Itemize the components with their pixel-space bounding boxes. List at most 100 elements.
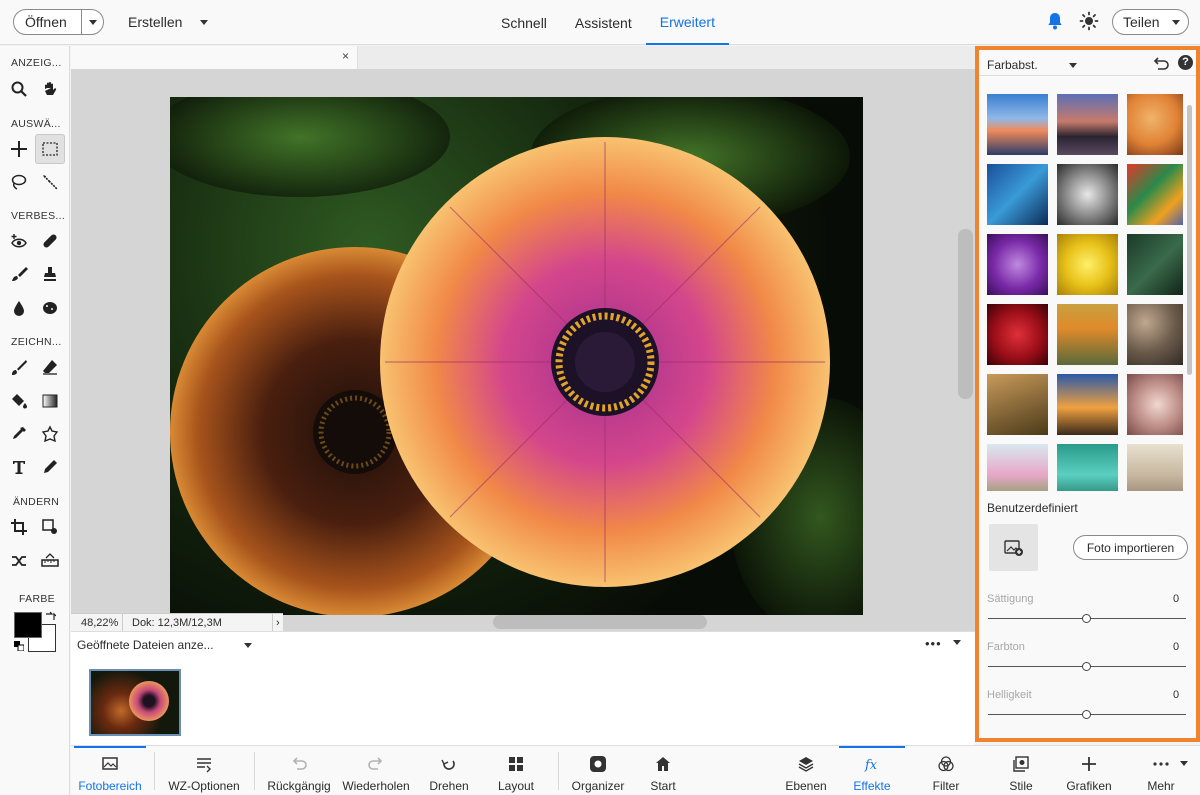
open-button[interactable]: Öffnen [13, 9, 104, 35]
brightness-icon[interactable] [1079, 11, 1099, 31]
preset-desert-road[interactable] [1057, 94, 1118, 155]
chevron-down-icon[interactable] [1180, 761, 1188, 766]
default-colors-icon[interactable] [14, 641, 24, 651]
tab-assistent[interactable]: Assistent [561, 0, 646, 45]
paint-bucket-icon[interactable] [7, 389, 31, 413]
divider [254, 752, 255, 790]
tab-schnell[interactable]: Schnell [487, 0, 561, 45]
quick-selection-tool-icon[interactable] [38, 170, 62, 194]
add-photo-icon[interactable] [989, 524, 1038, 571]
saturation-slider-knob[interactable] [1082, 614, 1091, 623]
styles-label: Stile [1009, 779, 1033, 793]
reset-icon[interactable] [1153, 57, 1169, 71]
preset-colorful-paint[interactable] [1127, 164, 1183, 225]
text-tool-icon[interactable] [7, 455, 31, 479]
import-photo-button[interactable]: Foto importieren [1073, 535, 1188, 560]
open-file-thumbnail[interactable] [89, 669, 181, 736]
tool-options-button[interactable]: WZ-Optionen [166, 746, 242, 795]
preset-cathedral[interactable] [1057, 164, 1118, 225]
content-aware-move-icon[interactable] [7, 549, 31, 573]
undo-button[interactable]: Rückgängig [264, 746, 334, 795]
redo-button[interactable]: Wiederholen [341, 746, 411, 795]
styles-button[interactable]: Stile [999, 746, 1043, 795]
hue-slider-knob[interactable] [1082, 662, 1091, 671]
organizer-button[interactable]: Organizer [568, 746, 628, 795]
pencil-tool-icon[interactable] [38, 455, 62, 479]
healing-brush-icon[interactable] [38, 229, 62, 253]
effects-button[interactable]: fx Effekte [839, 746, 905, 795]
eraser-tool-icon[interactable] [38, 355, 62, 379]
section-modify: ÄNDERN [13, 496, 60, 508]
preset-skater[interactable] [1127, 94, 1183, 155]
preset-autumn-forest[interactable] [1057, 304, 1118, 365]
graphics-button[interactable]: Grafiken [1064, 746, 1114, 795]
gradient-tool-icon[interactable] [38, 389, 62, 413]
preset-green-leaves[interactable] [1127, 234, 1183, 295]
open-files-dropdown[interactable]: Geöffnete Dateien anze... [77, 638, 252, 652]
recompose-tool-icon[interactable] [38, 515, 62, 539]
photo-bin-label: Fotobereich [78, 779, 142, 793]
preset-wheat[interactable] [987, 374, 1048, 435]
collapse-bin-icon[interactable] [953, 640, 961, 645]
custom-label: Benutzerdefiniert [987, 501, 1078, 515]
sponge-tool-icon[interactable] [38, 296, 62, 320]
share-button[interactable]: Teilen [1112, 9, 1189, 35]
section-enhance: VERBES... [11, 210, 66, 222]
preset-underwater[interactable] [1057, 444, 1118, 491]
clone-stamp-icon[interactable] [38, 262, 62, 286]
straighten-tool-icon[interactable] [38, 549, 62, 573]
preset-blue-feathers[interactable] [987, 164, 1048, 225]
eyedropper-icon[interactable] [7, 422, 31, 446]
swap-colors-icon[interactable] [44, 611, 56, 623]
divider [558, 752, 559, 790]
close-document-icon[interactable]: × [342, 49, 349, 63]
create-menu[interactable]: Erstellen [128, 14, 209, 30]
vertical-scrollbar[interactable] [958, 229, 973, 399]
rotate-button[interactable]: Drehen [425, 746, 473, 795]
chevron-down-icon[interactable] [89, 19, 97, 25]
zoom-level[interactable]: 48,22% [71, 613, 123, 632]
marquee-tool-icon[interactable] [35, 134, 65, 164]
more-button[interactable]: Mehr [1141, 746, 1181, 795]
preset-flower-market[interactable] [987, 444, 1048, 491]
bell-icon[interactable] [1045, 11, 1065, 31]
preset-coffee-art[interactable] [1127, 374, 1183, 435]
layers-button[interactable]: Ebenen [781, 746, 831, 795]
help-icon[interactable]: ? [1178, 55, 1193, 70]
lasso-tool-icon[interactable] [7, 170, 31, 194]
blur-tool-icon[interactable] [7, 296, 31, 320]
redo-icon [368, 757, 383, 770]
zoom-tool-icon[interactable] [7, 77, 31, 101]
preset-sunset-lake[interactable] [987, 94, 1048, 155]
brush-tool-icon[interactable] [7, 355, 31, 379]
preset-scrollbar[interactable] [1187, 105, 1192, 375]
filter-label: Filter [932, 779, 960, 793]
document-tab[interactable]: × [71, 46, 358, 69]
top-bar: Öffnen Erstellen Schnell Assistent Erwei… [0, 0, 1200, 45]
hand-tool-icon[interactable] [38, 77, 62, 101]
red-eye-tool-icon[interactable] [7, 229, 31, 253]
tab-erweitert[interactable]: Erweitert [645, 0, 729, 45]
preset-purple-petals[interactable] [987, 234, 1048, 295]
effect-category-label: Farbabst. [987, 58, 1038, 72]
preset-yellow-flower[interactable] [1057, 234, 1118, 295]
preset-street[interactable] [1127, 444, 1183, 491]
custom-shape-icon[interactable] [38, 422, 62, 446]
canvas-image[interactable] [170, 97, 863, 615]
smart-brush-icon[interactable] [7, 262, 31, 286]
move-tool-icon[interactable] [7, 137, 31, 161]
start-button[interactable]: Start [641, 746, 685, 795]
photo-bin-button[interactable]: Fotobereich [74, 746, 146, 795]
horizontal-scrollbar[interactable] [493, 615, 707, 629]
foreground-color-swatch[interactable] [14, 612, 42, 638]
layout-button[interactable]: Layout [491, 746, 541, 795]
crop-tool-icon[interactable] [7, 515, 31, 539]
photo-bin-more-icon[interactable]: ••• [925, 636, 942, 651]
brightness-value: 0 [1173, 689, 1180, 701]
preset-beach-sunset[interactable] [1057, 374, 1118, 435]
brightness-slider-knob[interactable] [1082, 710, 1091, 719]
filter-button[interactable]: Filter [921, 746, 971, 795]
preset-market[interactable] [1127, 304, 1183, 365]
preset-red-rose[interactable] [987, 304, 1048, 365]
status-menu-arrow[interactable]: › [273, 617, 280, 629]
